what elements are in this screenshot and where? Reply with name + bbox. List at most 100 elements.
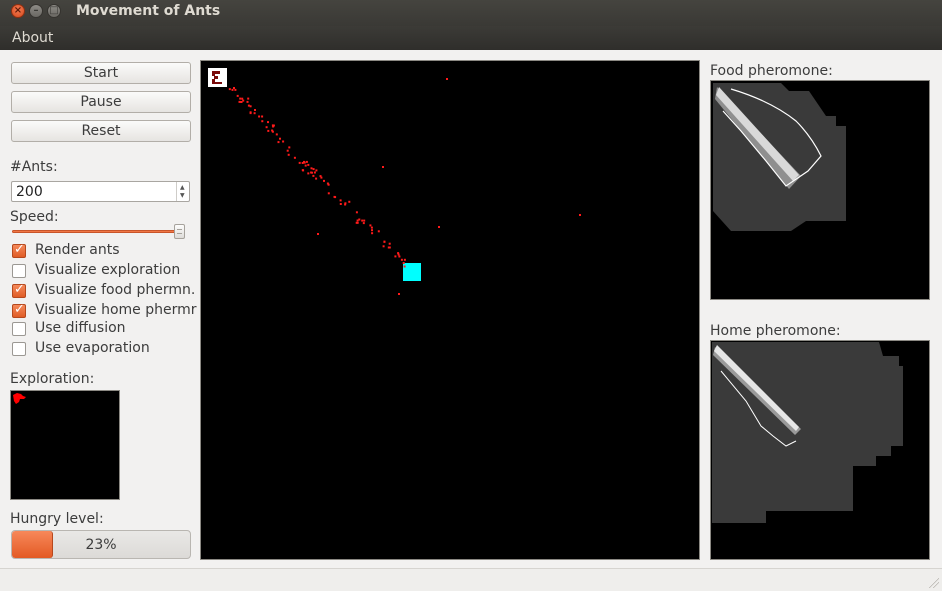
ant bbox=[339, 203, 342, 205]
option-label[interactable]: Visualize food phermn. bbox=[35, 282, 195, 298]
ant bbox=[240, 101, 243, 103]
exploration-label: Exploration: bbox=[10, 371, 95, 387]
ant bbox=[446, 78, 448, 80]
hunger-label: Hungry level: bbox=[10, 511, 104, 527]
checkbox-unchecked-icon[interactable] bbox=[12, 342, 26, 356]
ant bbox=[438, 226, 440, 228]
ant bbox=[249, 111, 252, 114]
food-pheromone-view bbox=[710, 80, 930, 300]
minimize-window-button[interactable]: – bbox=[29, 4, 43, 18]
ant bbox=[249, 105, 252, 108]
option-label[interactable]: Visualize exploration bbox=[35, 262, 180, 278]
ants-label: #Ants: bbox=[10, 159, 58, 175]
ant bbox=[363, 219, 366, 222]
ant bbox=[400, 258, 403, 261]
ant bbox=[307, 172, 310, 175]
speed-slider-groove[interactable] bbox=[12, 230, 184, 233]
checkbox-checked-icon[interactable] bbox=[12, 242, 26, 258]
ant bbox=[371, 229, 373, 232]
ant bbox=[362, 222, 365, 225]
ant bbox=[261, 115, 264, 118]
checkbox-checked-icon[interactable] bbox=[12, 282, 26, 298]
ant bbox=[339, 199, 342, 202]
ant bbox=[312, 168, 315, 171]
maximize-window-button[interactable]: □ bbox=[47, 4, 61, 18]
simulation-view bbox=[208, 68, 581, 295]
ant bbox=[305, 160, 308, 163]
ant bbox=[370, 226, 373, 229]
checkbox-unchecked-icon[interactable] bbox=[12, 264, 26, 278]
ant bbox=[382, 166, 384, 168]
ant bbox=[334, 196, 337, 199]
maximize-icon: □ bbox=[49, 5, 59, 16]
ant bbox=[315, 177, 318, 180]
stepper-down-icon[interactable]: ▼ bbox=[180, 193, 185, 199]
ant bbox=[361, 219, 364, 222]
ant bbox=[271, 130, 274, 133]
close-window-button[interactable]: × bbox=[11, 4, 25, 18]
ant bbox=[279, 137, 281, 140]
stepper-up-icon[interactable]: ▲ bbox=[180, 185, 185, 191]
simulation-canvas[interactable] bbox=[200, 60, 700, 560]
ant bbox=[398, 293, 400, 295]
checkbox-unchecked-icon[interactable] bbox=[12, 322, 26, 336]
option-label[interactable]: Render ants bbox=[35, 242, 120, 258]
ant bbox=[236, 94, 239, 97]
option-label[interactable]: Visualize home phermr bbox=[35, 302, 197, 318]
ant bbox=[293, 156, 296, 159]
ant bbox=[394, 255, 397, 258]
food-pheromone-map bbox=[713, 83, 846, 231]
ant bbox=[267, 121, 269, 124]
ant bbox=[310, 171, 313, 174]
ant bbox=[301, 169, 304, 172]
ant bbox=[579, 214, 581, 216]
home-pheromone-view bbox=[710, 340, 930, 560]
ant bbox=[307, 163, 310, 166]
ant bbox=[275, 133, 278, 136]
food-source bbox=[403, 263, 421, 281]
ant bbox=[254, 109, 256, 111]
ant bbox=[228, 88, 231, 91]
pause-button[interactable]: Pause bbox=[11, 91, 191, 113]
ant bbox=[258, 115, 261, 118]
ant bbox=[277, 141, 280, 144]
ant bbox=[261, 120, 264, 123]
ant bbox=[287, 153, 290, 156]
ant bbox=[238, 100, 241, 103]
exploration-view bbox=[10, 390, 120, 500]
ant bbox=[319, 175, 322, 178]
ant bbox=[239, 97, 242, 100]
option-label[interactable]: Use evaporation bbox=[35, 340, 150, 356]
start-button[interactable]: Start bbox=[11, 62, 191, 84]
ant bbox=[272, 125, 275, 128]
ant bbox=[312, 174, 315, 177]
ant bbox=[253, 112, 256, 115]
ants-spinbox[interactable]: 200 ▲ ▼ bbox=[11, 181, 190, 202]
ant bbox=[388, 242, 391, 245]
ant bbox=[327, 183, 330, 186]
resize-grip-icon[interactable] bbox=[929, 578, 939, 588]
ant bbox=[382, 245, 385, 248]
speed-slider[interactable] bbox=[11, 224, 191, 240]
ant bbox=[234, 88, 237, 91]
ant bbox=[369, 224, 372, 227]
ant bbox=[397, 253, 400, 256]
option-label[interactable]: Use diffusion bbox=[35, 320, 126, 336]
checkbox-checked-icon[interactable] bbox=[12, 302, 26, 318]
ant bbox=[398, 255, 401, 258]
status-bar bbox=[0, 568, 942, 591]
ant bbox=[247, 97, 250, 100]
ant bbox=[371, 232, 374, 235]
ant bbox=[310, 167, 313, 170]
ant bbox=[267, 129, 270, 132]
ants-stepper[interactable]: ▲ ▼ bbox=[176, 182, 189, 201]
ant bbox=[356, 221, 359, 224]
speed-label: Speed: bbox=[10, 209, 59, 225]
reset-button[interactable]: Reset bbox=[11, 120, 191, 142]
ant bbox=[288, 146, 291, 149]
home-pheromone-label: Home pheromone: bbox=[710, 323, 841, 339]
menu-about[interactable]: About bbox=[12, 30, 53, 46]
ants-value[interactable]: 200 bbox=[16, 184, 43, 200]
speed-slider-handle[interactable] bbox=[173, 224, 185, 239]
food-pheromone-label: Food pheromone: bbox=[710, 63, 833, 79]
